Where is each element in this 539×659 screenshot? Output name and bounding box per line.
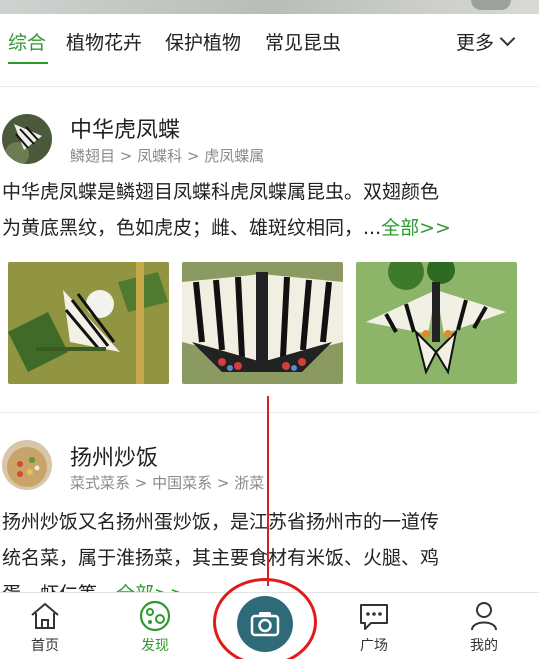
more-categories-button[interactable]: 更多 bbox=[455, 28, 516, 55]
annotation-circle bbox=[213, 578, 317, 659]
annotation-arrow-line bbox=[267, 396, 269, 586]
fried-rice-avatar bbox=[2, 440, 52, 490]
card-title: 扬州炒饭 bbox=[70, 446, 159, 471]
divider bbox=[0, 86, 539, 87]
tab-comprehensive[interactable]: 综合 bbox=[8, 28, 46, 55]
card-breadcrumb: 鳞翅目 > 凤蝶科 > 虎凤蝶属 bbox=[70, 147, 265, 165]
nav-home[interactable]: 首页 bbox=[10, 599, 80, 655]
active-tab-indicator bbox=[8, 62, 48, 64]
nav-label: 广场 bbox=[360, 638, 388, 654]
chevron-down-icon bbox=[499, 30, 516, 47]
butterfly-photo[interactable] bbox=[182, 262, 343, 384]
butterfly-photo[interactable] bbox=[8, 262, 169, 384]
tab-plants-flowers[interactable]: 植物花卉 bbox=[66, 28, 142, 55]
description-text: 为黄底黑纹，色如虎皮；雌、雄斑纹相同， bbox=[2, 217, 364, 239]
nav-profile[interactable]: 我的 bbox=[449, 599, 519, 655]
card-description: 中华虎凤蝶是鳞翅目凤蝶科虎凤蝶属昆虫。双翅颜色 为黄底黑纹，色如虎皮；雌、雄斑纹… bbox=[2, 174, 532, 246]
butterfly-photo[interactable] bbox=[356, 262, 517, 384]
nav-label: 发现 bbox=[141, 638, 169, 654]
ellipsis: ... bbox=[363, 217, 382, 239]
nav-discover[interactable]: 发现 bbox=[120, 599, 190, 655]
description-line-2: 为黄底黑纹，色如虎皮；雌、雄斑纹相同，...全部>> bbox=[2, 210, 532, 246]
discover-icon bbox=[139, 600, 171, 632]
divider bbox=[0, 412, 539, 413]
top-banner-strip bbox=[0, 0, 539, 14]
butterfly-avatar bbox=[2, 114, 52, 164]
card-breadcrumb: 菜式菜系 > 中国菜系 > 浙菜 bbox=[70, 474, 265, 492]
home-icon bbox=[31, 602, 59, 629]
tab-protected-plants[interactable]: 保护植物 bbox=[165, 28, 241, 55]
chat-icon bbox=[360, 604, 388, 630]
nav-square[interactable]: 广场 bbox=[339, 599, 409, 655]
profile-icon bbox=[471, 602, 497, 631]
card-title: 中华虎凤蝶 bbox=[70, 118, 181, 143]
nav-label: 我的 bbox=[470, 638, 498, 654]
tab-common-insects[interactable]: 常见昆虫 bbox=[265, 28, 341, 55]
category-tabs: 综合 植物花卉 保护植物 常见昆虫 更多 bbox=[0, 14, 539, 70]
description-line: 中华虎凤蝶是鳞翅目凤蝶科虎凤蝶属昆虫。双翅颜色 bbox=[2, 181, 440, 203]
show-all-link[interactable]: 全部>> bbox=[381, 217, 451, 239]
nav-label: 首页 bbox=[31, 638, 59, 654]
more-label: 更多 bbox=[455, 32, 494, 54]
